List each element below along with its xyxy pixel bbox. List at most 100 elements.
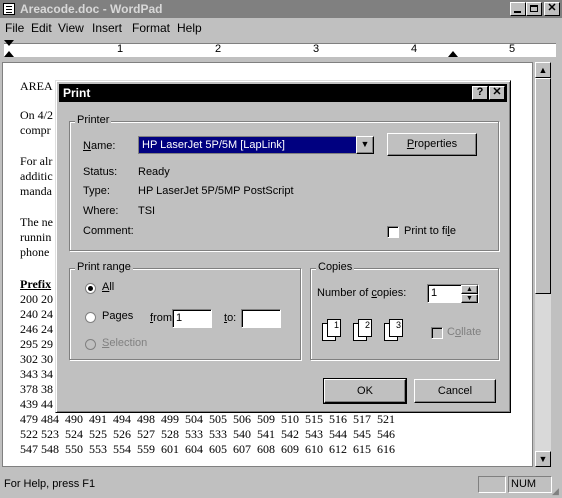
document-line: Prefix	[20, 277, 52, 291]
menu-format[interactable]: Format	[132, 21, 170, 35]
menu-help[interactable]: Help	[177, 21, 202, 35]
question-mark-icon: ?	[476, 86, 484, 98]
document-line: compr	[20, 123, 51, 137]
printer-group-label: Printer	[75, 114, 112, 126]
document-line: 439 44	[20, 397, 53, 411]
dialog-title-bar: Print ? ✕	[59, 84, 507, 102]
left-indent-marker-icon[interactable]	[4, 51, 14, 57]
right-indent-marker-icon[interactable]	[448, 51, 458, 57]
close-icon: ✕	[492, 86, 502, 98]
all-label[interactable]: All	[102, 281, 114, 293]
copies-value: 1	[431, 287, 438, 299]
document-line: 479 484 490 491 494 498 499 504 505 506 …	[20, 412, 395, 426]
document-line: The ne	[20, 215, 53, 229]
type-value: HP LaserJet 5P/5MP PostScript	[138, 185, 294, 197]
copies-down-button[interactable]: ▼	[461, 294, 478, 303]
down-arrow-icon: ▼	[538, 454, 548, 464]
print-dialog: Print ? ✕ Printer Name: HP LaserJet 5P/5…	[55, 80, 511, 413]
copies-up-button[interactable]: ▲	[461, 285, 478, 294]
document-line: 240 24	[20, 307, 53, 321]
maximize-button[interactable]	[526, 2, 542, 16]
to-label: to:	[224, 312, 237, 324]
collate-checkbox[interactable]	[431, 327, 443, 339]
first-indent-marker-icon[interactable]	[4, 40, 14, 46]
selection-radio[interactable]	[85, 339, 96, 350]
ok-button[interactable]: OK	[323, 378, 407, 404]
name-label: Name:	[83, 140, 116, 152]
menu-edit[interactable]: Edit	[31, 21, 52, 35]
print-to-file-label[interactable]: Print to file	[404, 225, 456, 237]
menu-file[interactable]: File	[5, 21, 24, 35]
title-bar: Areacode.doc - WordPad ✕	[0, 0, 562, 18]
document-line: 522 523 524 525 526 527 528 533 533 540 …	[20, 427, 395, 441]
document-line: phone	[20, 245, 50, 259]
vertical-scrollbar[interactable]: ▲ ▼	[535, 62, 551, 467]
print-to-file-checkbox[interactable]	[387, 226, 399, 238]
status-bar: For Help, press F1 NUM ◢	[0, 472, 562, 498]
collate-pages-icon: 1 1 2 2 3 3	[317, 317, 437, 347]
dialog-close-button[interactable]: ✕	[489, 86, 505, 100]
up-arrow-icon: ▲	[538, 65, 548, 75]
status-help-text: For Help, press F1	[4, 478, 96, 490]
minimize-icon	[514, 11, 521, 13]
status-num-indicator: NUM	[508, 476, 552, 493]
up-arrow-icon: ▲	[466, 286, 473, 293]
wordpad-document-icon[interactable]	[3, 3, 15, 15]
from-page-input[interactable]: 1	[172, 309, 212, 328]
help-button[interactable]: ?	[472, 86, 488, 100]
ruler-number: 4	[411, 43, 418, 55]
window-title: Areacode.doc - WordPad	[20, 2, 163, 16]
menu-insert[interactable]: Insert	[92, 21, 122, 35]
scroll-thumb[interactable]	[535, 78, 551, 294]
all-radio[interactable]	[85, 283, 96, 294]
ruler-number: 5	[509, 43, 516, 55]
menu-bar: File Edit View Insert Format Help	[0, 18, 562, 37]
close-button[interactable]: ✕	[544, 2, 560, 16]
document-line: 246 24	[20, 322, 53, 336]
document-line: 302 30	[20, 352, 53, 366]
document-line: 378 38	[20, 382, 53, 396]
document-line: 200 20	[20, 292, 53, 306]
print-range-label: Print range	[75, 261, 133, 273]
document-line: 547 548 550 553 554 559 601 604 605 607 …	[20, 442, 395, 456]
where-label: Where:	[83, 205, 119, 217]
document-line: manda	[20, 184, 52, 198]
copies-group-label: Copies	[316, 261, 355, 273]
document-line: For alr	[20, 154, 53, 168]
scroll-down-button[interactable]: ▼	[535, 451, 551, 467]
printer-dropdown-button[interactable]: ▼	[356, 136, 374, 154]
maximize-icon	[530, 5, 538, 12]
document-line: AREA	[20, 79, 53, 93]
printer-name-value: HP LaserJet 5P/5M [LapLink]	[142, 139, 285, 151]
type-label: Type:	[83, 185, 110, 197]
document-line: On 4/2	[20, 108, 53, 122]
status-value: Ready	[138, 166, 170, 178]
comment-label: Comment:	[83, 225, 134, 237]
properties-button[interactable]: Properties	[387, 133, 477, 156]
selection-label: Selection	[102, 337, 148, 349]
menu-view[interactable]: View	[58, 21, 84, 35]
ruler-number: 2	[215, 43, 222, 55]
to-page-input[interactable]	[241, 309, 281, 328]
chevron-down-icon: ▼	[360, 139, 370, 149]
status-panel	[478, 476, 506, 493]
close-icon: ✕	[547, 2, 557, 14]
resize-grip-icon[interactable]: ◢	[552, 486, 559, 497]
ruler-number: 1	[117, 43, 124, 55]
printer-name-select[interactable]: HP LaserJet 5P/5M [LapLink]	[138, 136, 374, 154]
where-value: TSI	[138, 205, 156, 217]
scroll-up-button[interactable]: ▲	[535, 62, 551, 78]
document-line: 295 29	[20, 337, 53, 351]
collate-label: Collate	[447, 326, 482, 338]
pages-radio[interactable]	[85, 312, 96, 323]
status-label: Status:	[83, 166, 118, 178]
ruler-number: 3	[313, 43, 320, 55]
number-of-copies-label: Number of copies:	[317, 287, 407, 299]
pages-label[interactable]: Pages	[102, 310, 133, 322]
minimize-button[interactable]	[510, 2, 526, 16]
ruler-strip: 1 2 3 4 5	[4, 43, 556, 57]
document-line: additic	[20, 169, 53, 183]
dialog-title: Print	[63, 86, 91, 100]
cancel-button[interactable]: Cancel	[414, 379, 496, 403]
document-line: runnin	[20, 230, 52, 244]
